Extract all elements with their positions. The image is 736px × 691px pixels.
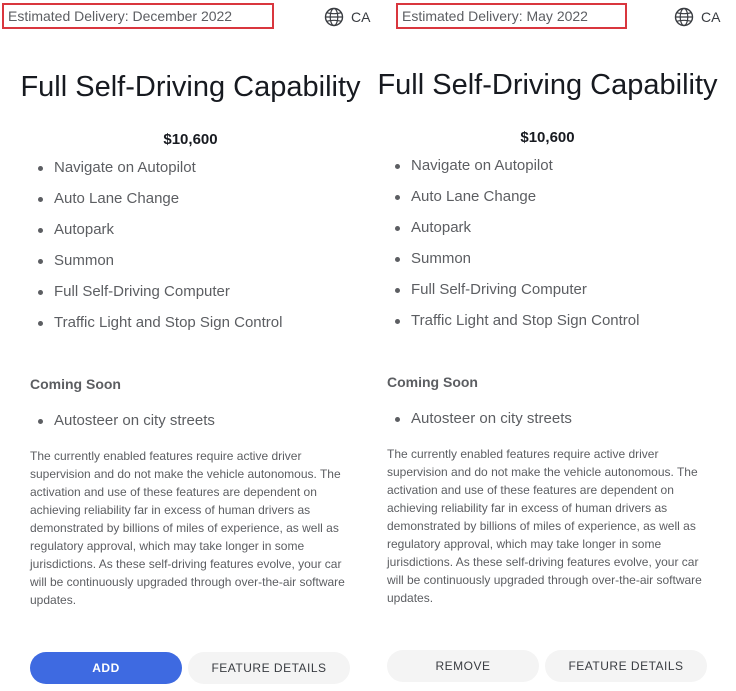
product-price: $10,600: [520, 129, 575, 146]
list-item: Full Self-Driving Computer: [387, 280, 639, 311]
fsd-card-right: Estimated Delivery: May 2022 CA Full Sel…: [357, 0, 720, 691]
product-price: $10,600: [163, 131, 218, 148]
list-item: Full Self-Driving Computer: [30, 282, 282, 313]
list-item: Traffic Light and Stop Sign Control: [387, 311, 639, 342]
coming-soon-list: Autosteer on city streets: [387, 409, 572, 440]
fsd-card-left: Estimated Delivery: December 2022 CA Ful…: [0, 0, 370, 691]
region-selector[interactable]: CA: [674, 7, 720, 27]
feature-details-button[interactable]: FEATURE DETAILS: [545, 650, 707, 682]
feature-list: Navigate on Autopilot Auto Lane Change A…: [387, 156, 639, 342]
list-item: Autosteer on city streets: [30, 411, 215, 442]
globe-icon: [674, 7, 694, 27]
coming-soon-heading: Coming Soon: [387, 374, 478, 390]
list-item: Autopark: [30, 220, 282, 251]
coming-soon-heading: Coming Soon: [30, 376, 121, 392]
list-item: Traffic Light and Stop Sign Control: [30, 313, 282, 344]
product-title: Full Self-Driving Capability: [20, 71, 361, 104]
list-item: Navigate on Autopilot: [30, 158, 282, 189]
disclaimer-text: The currently enabled features require a…: [30, 449, 345, 607]
list-item: Autosteer on city streets: [387, 409, 572, 440]
list-item: Auto Lane Change: [387, 187, 639, 218]
estimated-delivery: Estimated Delivery: December 2022: [2, 3, 274, 29]
estimated-delivery: Estimated Delivery: May 2022: [396, 3, 627, 29]
list-item: Summon: [30, 251, 282, 282]
disclaimer-text: The currently enabled features require a…: [387, 447, 702, 605]
coming-soon-list: Autosteer on city streets: [30, 411, 215, 442]
globe-icon: [324, 7, 344, 27]
list-item: Autopark: [387, 218, 639, 249]
list-item: Navigate on Autopilot: [387, 156, 639, 187]
region-label: CA: [701, 9, 721, 25]
remove-button[interactable]: REMOVE: [387, 650, 539, 682]
add-button[interactable]: ADD: [30, 652, 182, 684]
list-item: Summon: [387, 249, 639, 280]
feature-details-button[interactable]: FEATURE DETAILS: [188, 652, 350, 684]
product-title: Full Self-Driving Capability: [377, 69, 718, 102]
list-item: Auto Lane Change: [30, 189, 282, 220]
feature-list: Navigate on Autopilot Auto Lane Change A…: [30, 158, 282, 344]
